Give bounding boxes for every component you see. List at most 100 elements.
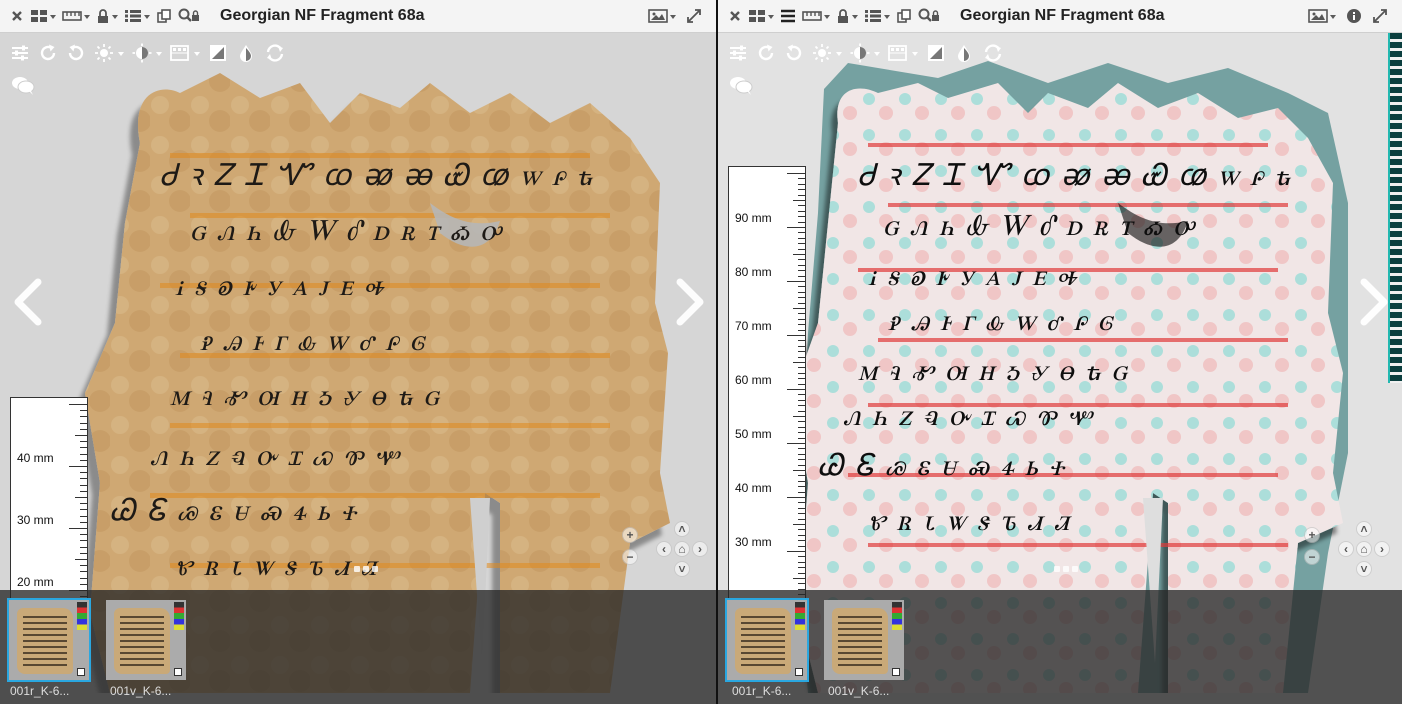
pan-right-icon[interactable]: › — [1374, 541, 1390, 557]
thumbnail-label: 001r_K-6... — [10, 684, 70, 698]
comment-icon[interactable] — [10, 75, 36, 102]
manuscript-text-line: Ꮚ Ꮛ ꮚ ꮛ ꮜ ꮝ ꮞ ꮟ ꮠ — [818, 448, 1065, 483]
ruler-icon[interactable] — [60, 5, 92, 27]
list-view-icon[interactable] — [862, 5, 892, 27]
image-manipulation-toolbar — [10, 43, 286, 63]
thumbnail-001v[interactable] — [106, 600, 186, 680]
ruler-label: 40 mm — [17, 451, 54, 465]
fullscreen-icon[interactable] — [1370, 5, 1390, 27]
ruler-label: 20 mm — [17, 575, 54, 589]
rotate-left-icon[interactable] — [784, 43, 804, 63]
ruler-tick — [798, 448, 805, 450]
pan-down-icon[interactable]: ˅ — [1356, 561, 1372, 577]
zoom-in-icon[interactable]: + — [622, 527, 638, 543]
ruler-tick — [75, 435, 87, 436]
rotate-right-icon[interactable] — [38, 43, 58, 63]
ruler-tick — [798, 189, 805, 191]
thumbnail-001v[interactable] — [824, 600, 904, 680]
comment-icon[interactable] — [728, 75, 754, 102]
ruler-icon[interactable] — [800, 5, 832, 27]
ruler-tick — [798, 480, 805, 482]
rotate-left-icon[interactable] — [66, 43, 86, 63]
brightness-icon[interactable] — [94, 43, 124, 63]
ruler-tick — [798, 232, 805, 234]
pan-up-icon[interactable]: ˄ — [1356, 521, 1372, 537]
list-view-icon[interactable] — [122, 5, 152, 27]
reset-icon[interactable] — [982, 43, 1004, 63]
sync-icon[interactable] — [154, 5, 174, 27]
grayscale-icon[interactable] — [888, 43, 918, 63]
manuscript-text-line: ꮑ ꮒ ꮓ ꮔ ꮕ ꮖ ꮗ ꮘ ꮙ — [150, 438, 400, 473]
ruler-tick — [798, 572, 805, 574]
ruler-tick — [798, 210, 805, 212]
ruler-tick — [798, 502, 805, 504]
lock-icon[interactable] — [94, 5, 120, 27]
ruler-tick — [80, 478, 87, 480]
image-icon[interactable] — [646, 5, 678, 27]
next-page-arrow[interactable] — [672, 278, 708, 331]
ruler-tick — [798, 275, 805, 277]
thumbnail-001r[interactable] — [7, 598, 91, 682]
close-icon[interactable] — [726, 5, 744, 27]
ruler-tick — [798, 394, 805, 396]
pan-left-icon[interactable]: ‹ — [656, 541, 672, 557]
brightness-icon[interactable] — [812, 43, 842, 63]
ruler-tick — [798, 378, 805, 380]
contrast-icon[interactable] — [850, 43, 880, 63]
layout-grid-icon[interactable] — [746, 5, 776, 27]
image-manipulation-toolbar — [728, 43, 1004, 63]
right-window-toolbar: Georgian NF Fragment 68a — [718, 0, 1402, 33]
pan-up-icon[interactable]: ˄ — [674, 521, 690, 537]
ruler-tick — [798, 367, 805, 369]
threshold-icon[interactable] — [236, 43, 256, 63]
invert-icon[interactable] — [926, 43, 946, 63]
filmstrip-handle[interactable] — [1054, 566, 1078, 572]
close-icon[interactable] — [8, 5, 26, 27]
manuscript-text-line: ꮇ ꮈ ꮉ ꮊ ꮋ ꮌ ꮍ ꮎ ꮏ ꮐ — [858, 353, 1128, 388]
invert-icon[interactable] — [208, 43, 228, 63]
ruler-tick — [80, 484, 87, 486]
ruler-tick — [798, 324, 805, 326]
pan-left-icon[interactable]: ‹ — [1338, 541, 1354, 557]
image-canvas[interactable]: Ꮷ ꝛ Ꮓ Ꮖ Ꮙ ꭃ ꭁ ꭂ Ꮿ ꭄ ꮃ ꮅ ꮏ ꮐ ꮑ ꮒ Ꮂ Ꮃ Ꮄ ꭰ … — [718, 33, 1402, 704]
lock-icon[interactable] — [834, 5, 860, 27]
manuscript-text-line: ꭵ ꭶ ꭷ ꭸ ꭹ ꭺ ꭻ ꭼ ꭽ — [175, 268, 385, 303]
home-icon[interactable]: ⌂ — [1356, 541, 1372, 557]
thumbnail-001r[interactable] — [725, 598, 809, 682]
pan-down-icon[interactable]: ˅ — [674, 561, 690, 577]
rotate-right-icon[interactable] — [756, 43, 776, 63]
home-icon[interactable]: ⌂ — [674, 541, 690, 557]
manuscript-text-line: ꮑ ꮒ ꮓ ꮔ ꮕ ꮖ ꮗ ꮘ ꮙ — [843, 398, 1093, 433]
thumbnail-label: 001r_K-6... — [732, 684, 792, 698]
previous-page-arrow[interactable] — [10, 278, 46, 331]
manuscript-text-line: ꮡ ꮢ ꮣ ꮤ ꮥ ꮦ ꮧ ꮨ — [175, 548, 378, 583]
ruler-tick — [798, 318, 805, 320]
image-canvas[interactable]: Ꮷ ꝛ Ꮓ Ꮖ Ꮙ ꭃ ꭁ ꭂ Ꮿ ꭄ ꮃ ꮅ ꮏ ꮐ ꮑ ꮒ Ꮂ Ꮃ Ꮄ ꭰ … — [0, 33, 716, 704]
reset-icon[interactable] — [264, 43, 286, 63]
grayscale-icon[interactable] — [170, 43, 200, 63]
adjust-sliders-icon[interactable] — [728, 44, 748, 62]
menu-hamburger-icon[interactable] — [778, 5, 798, 27]
ruler-tick — [793, 578, 805, 579]
info-icon[interactable] — [1344, 5, 1364, 27]
ruler-tick — [80, 515, 87, 517]
threshold-icon[interactable] — [954, 43, 974, 63]
sync-icon[interactable] — [894, 5, 914, 27]
search-icon[interactable] — [916, 5, 942, 27]
image-icon[interactable] — [1306, 5, 1338, 27]
ruler-tick — [80, 546, 87, 548]
contrast-icon[interactable] — [132, 43, 162, 63]
adjust-sliders-icon[interactable] — [10, 44, 30, 62]
thumbnail-label: 001v_K-6... — [828, 684, 890, 698]
layout-grid-icon[interactable] — [28, 5, 58, 27]
fullscreen-icon[interactable] — [684, 5, 704, 27]
ruler-tick — [798, 432, 805, 434]
manuscript-text-line: ꭾ ꭿ ꮀ ꮁ ꮂ ꮃ ꮄ ꮅ ꮆ — [888, 303, 1113, 338]
zoom-out-icon[interactable]: − — [622, 549, 638, 565]
filmstrip-handle[interactable] — [354, 566, 378, 572]
pan-right-icon[interactable]: › — [692, 541, 708, 557]
zoom-in-icon[interactable]: + — [1304, 527, 1320, 543]
zoom-out-icon[interactable]: − — [1304, 549, 1320, 565]
search-icon[interactable] — [176, 5, 202, 27]
next-page-arrow[interactable] — [1356, 278, 1392, 331]
